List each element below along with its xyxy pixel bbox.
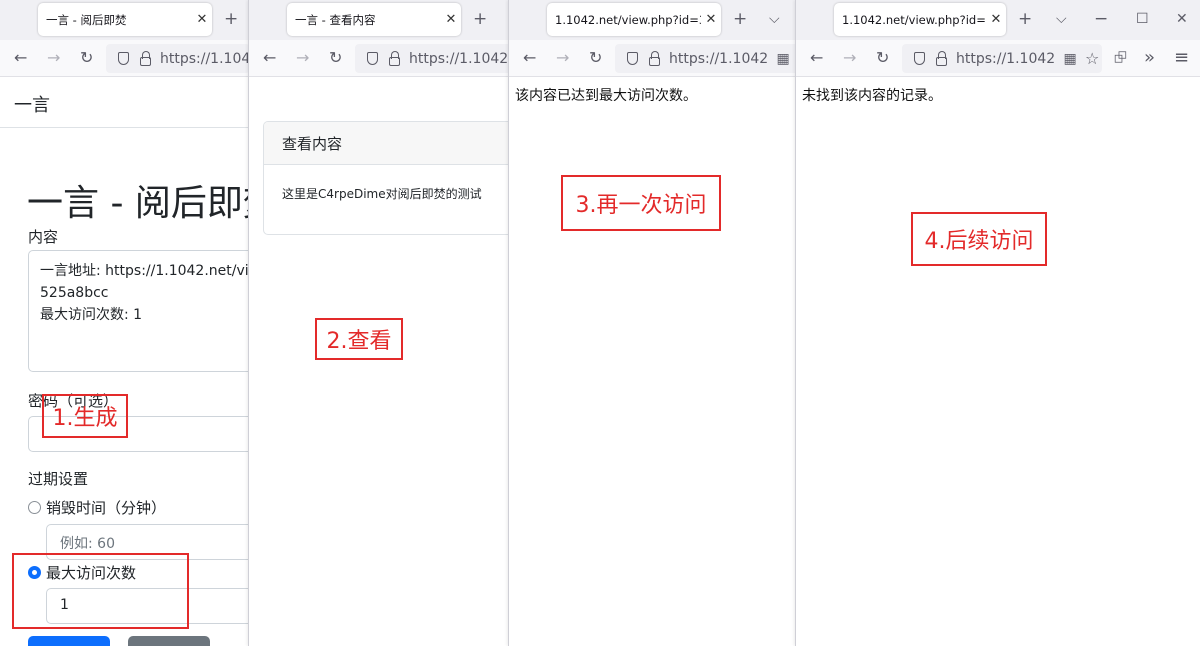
forward-icon[interactable]: →	[556, 47, 569, 69]
lock-icon[interactable]	[930, 50, 952, 66]
card-header: 查看内容	[264, 122, 510, 165]
card-body: 这里是C4rpeDime对阅后即焚的测试	[282, 187, 482, 201]
nav-bar: ← → ↻ https://1.1042	[249, 40, 510, 77]
tab-close-icon[interactable]: ✕	[701, 12, 721, 27]
navbar-divider	[0, 127, 250, 128]
window-close-icon[interactable]: ✕	[1176, 8, 1188, 30]
site-brand[interactable]: 一言	[14, 91, 50, 117]
destroy-time-label: 销毁时间（分钟）	[46, 499, 167, 517]
annotation-max-visits-highlight	[12, 553, 189, 629]
lock-icon[interactable]	[383, 50, 405, 66]
browser-tab[interactable]: 1.1042.net/view.php?id=32 ✕	[547, 3, 721, 36]
browser-tab[interactable]: 1.1042.net/view.php?id=32 ✕	[834, 3, 1006, 36]
page-title: 一言 - 阅后即焚	[27, 183, 250, 224]
nav-bar: ← → ↻ https://1.1042	[0, 40, 250, 77]
reload-icon[interactable]: ↻	[876, 47, 889, 69]
forward-icon[interactable]: →	[843, 47, 856, 69]
status-message: 该内容已达到最大访问次数。	[515, 88, 697, 104]
browser-window-generate: 一言 - 阅后即焚 ✕ + ← → ↻ https://1.1042 一言 一言…	[0, 0, 250, 646]
back-icon[interactable]: ←	[810, 47, 823, 69]
forward-icon[interactable]: →	[47, 47, 60, 69]
lock-icon[interactable]	[134, 50, 156, 66]
content-line: 一言地址: https://1.1042.net/view	[40, 263, 250, 279]
submit-button[interactable]	[28, 636, 110, 646]
bookmark-star-icon[interactable]: ☆	[1081, 49, 1102, 68]
browser-window-revisit: 1.1042.net/view.php?id=32 ✕ + ⌵ ← → ↻ ht…	[508, 0, 798, 646]
shield-icon[interactable]	[621, 52, 643, 65]
browser-window-view: 一言 - 查看内容 ✕ + ← → ↻ https://1.1042 查看内容 …	[248, 0, 510, 646]
reload-icon[interactable]: ↻	[589, 47, 602, 69]
lock-icon[interactable]	[643, 50, 665, 66]
content-card: 查看内容 这里是C4rpeDime对阅后即焚的测试	[263, 121, 510, 235]
qr-code-icon[interactable]: ▦	[772, 51, 794, 67]
url-bar[interactable]: https://1.1042 ▦	[615, 44, 798, 73]
tab-strip: 一言 - 查看内容 ✕ +	[249, 0, 510, 40]
new-tab-icon[interactable]: +	[733, 8, 747, 30]
url-text[interactable]: https://1.1042	[405, 51, 508, 67]
tab-title: 一言 - 阅后即焚	[46, 12, 127, 27]
browser-window-subsequent: 1.1042.net/view.php?id=32 ✕ + ⌵ − ☐ ✕ ← …	[795, 0, 1200, 646]
tab-list-icon[interactable]: ⌵	[1056, 8, 1067, 30]
back-icon[interactable]: ←	[263, 47, 276, 69]
url-bar[interactable]: https://1.1042	[106, 44, 250, 73]
tab-title: 1.1042.net/view.php?id=32	[842, 12, 986, 27]
tab-strip: 一言 - 阅后即焚 ✕ +	[0, 0, 250, 40]
shield-icon[interactable]	[112, 52, 134, 65]
tab-close-icon[interactable]: ✕	[986, 12, 1006, 27]
destroy-time-placeholder: 例如: 60	[60, 536, 115, 552]
minimize-icon[interactable]: −	[1094, 8, 1108, 30]
annotation-step-2: 2.查看	[315, 318, 403, 360]
forward-icon[interactable]: →	[296, 47, 309, 69]
page-content: 未找到该内容的记录。	[796, 78, 1200, 646]
tab-strip: 1.1042.net/view.php?id=32 ✕ + ⌵ − ☐ ✕	[796, 0, 1200, 40]
url-text[interactable]: https://1.1042	[156, 51, 250, 67]
content-label: 内容	[28, 228, 59, 246]
new-tab-icon[interactable]: +	[224, 8, 238, 30]
annotation-step-3: 3.再一次访问	[561, 175, 721, 231]
reload-icon[interactable]: ↻	[329, 47, 342, 69]
nav-bar: ← → ↻ https://1.1042 ▦ ☆ ⮺ » ≡	[796, 40, 1200, 77]
reload-icon[interactable]: ↻	[80, 47, 93, 69]
content-line: 525a8bcc	[40, 285, 109, 301]
browser-tab[interactable]: 一言 - 阅后即焚 ✕	[38, 3, 212, 36]
menu-icon[interactable]: ≡	[1174, 47, 1189, 69]
browser-tab[interactable]: 一言 - 查看内容 ✕	[287, 3, 461, 36]
new-tab-icon[interactable]: +	[1018, 8, 1032, 30]
tab-strip: 1.1042.net/view.php?id=32 ✕ + ⌵	[509, 0, 798, 40]
shield-icon[interactable]	[361, 52, 383, 65]
tab-title: 一言 - 查看内容	[295, 12, 376, 27]
tab-close-icon[interactable]: ✕	[441, 12, 461, 27]
secondary-button[interactable]	[128, 636, 210, 646]
tab-title: 1.1042.net/view.php?id=32	[555, 12, 701, 27]
qr-code-icon[interactable]: ▦	[1059, 51, 1081, 67]
page-content: 查看内容 这里是C4rpeDime对阅后即焚的测试	[249, 78, 510, 646]
status-message: 未找到该内容的记录。	[802, 88, 942, 104]
new-tab-icon[interactable]: +	[473, 8, 487, 30]
tab-close-icon[interactable]: ✕	[192, 12, 212, 27]
page-content: 该内容已达到最大访问次数。	[509, 78, 798, 646]
expire-settings-label: 过期设置	[28, 470, 89, 488]
maximize-icon[interactable]: ☐	[1136, 8, 1149, 30]
url-text[interactable]: https://1.1042	[665, 51, 768, 67]
nav-bar: ← → ↻ https://1.1042 ▦	[509, 40, 798, 77]
annotation-step-4: 4.后续访问	[911, 212, 1047, 266]
url-bar[interactable]: https://1.1042 ▦ ☆	[902, 44, 1102, 73]
content-line: 最大访问次数: 1	[40, 307, 143, 323]
back-icon[interactable]: ←	[14, 47, 27, 69]
tab-list-icon[interactable]: ⌵	[769, 8, 780, 30]
destroy-time-option[interactable]: 销毁时间（分钟）	[28, 497, 166, 518]
back-icon[interactable]: ←	[523, 47, 536, 69]
destroy-time-radio[interactable]	[28, 501, 41, 514]
annotation-step-1: 1.生成	[42, 394, 128, 438]
shield-icon[interactable]	[908, 52, 930, 65]
content-textarea[interactable]: 一言地址: https://1.1042.net/view 525a8bcc 最…	[28, 250, 250, 372]
url-bar[interactable]: https://1.1042	[355, 44, 510, 73]
extensions-icon[interactable]: ⮺	[1114, 47, 1127, 69]
overflow-icon[interactable]: »	[1144, 47, 1155, 69]
url-text[interactable]: https://1.1042	[952, 51, 1055, 67]
